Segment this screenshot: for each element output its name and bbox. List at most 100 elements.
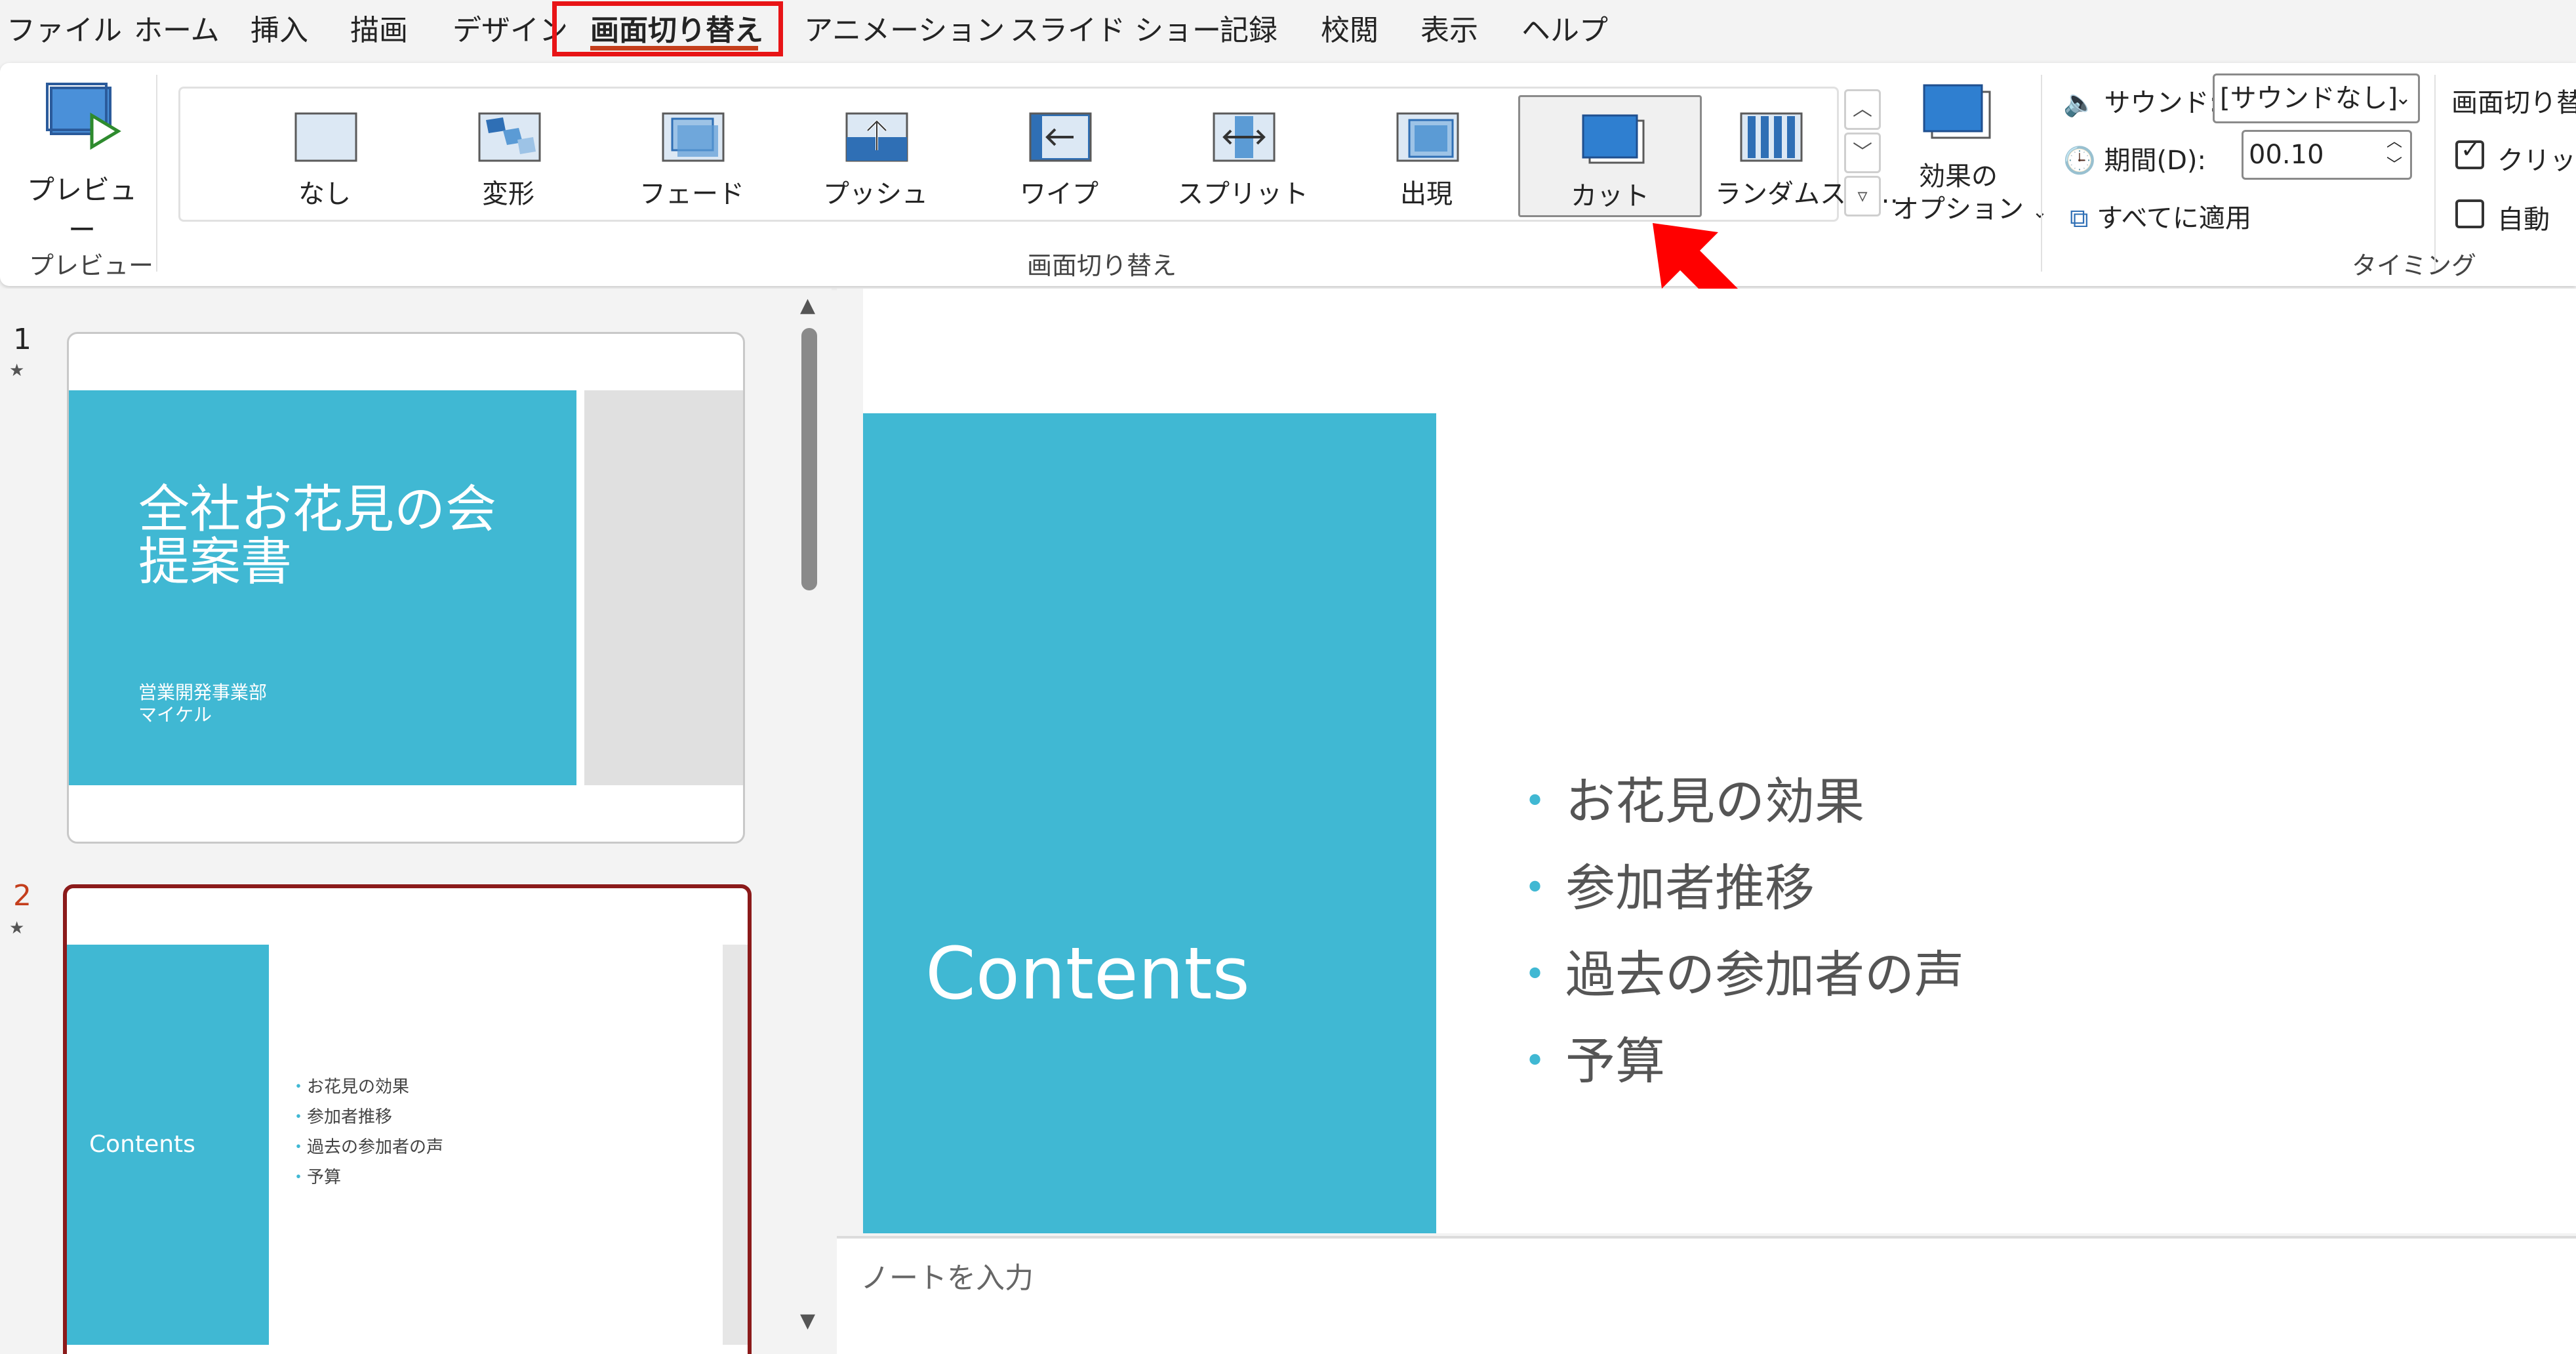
- transition-wipe-label: ワイプ: [1020, 179, 1098, 209]
- transition-split-label: スプリット: [1177, 179, 1308, 209]
- transition-split[interactable]: スプリット: [1151, 95, 1335, 217]
- menu-home[interactable]: ホーム: [134, 8, 220, 54]
- main-slide-title[interactable]: Contents: [925, 932, 1250, 1016]
- random-bars-transition-icon: [1740, 112, 1803, 162]
- menu-draw[interactable]: 描画: [350, 8, 408, 54]
- transition-cut-label: カット: [1571, 181, 1649, 211]
- sound-row: 🔈 サウンド:: [2063, 81, 2218, 119]
- menu-insert[interactable]: 挿入: [251, 8, 308, 54]
- transitions-gallery: なし 変形 フェード プッシュ ワイプ スプリット 出現 カット ランダムスト…: [178, 87, 1899, 222]
- speaker-icon: 🔈: [2063, 88, 2096, 118]
- main-slide-canvas[interactable]: Contents • お花見の効果 • 参加者推移 • 過去の参加者の声 • 予算: [863, 289, 2576, 1233]
- scroll-down-arrow-icon[interactable]: ▼: [800, 1309, 815, 1332]
- menu-record[interactable]: 記録: [1220, 8, 1278, 54]
- chevron-down-icon: ⌄: [2394, 87, 2411, 110]
- menu-bar: ファイル ホーム 挿入 描画 デザイン 画面切り替え アニメーション スライド …: [0, 0, 2576, 60]
- menu-slideshow[interactable]: スライド ショー: [1010, 8, 1221, 54]
- slide-number-1: 1: [13, 323, 31, 356]
- menu-help[interactable]: ヘルプ: [1521, 8, 1608, 54]
- thumb1-gray-block: [584, 390, 743, 785]
- spinner-arrows-icon[interactable]: ︿ ﹀: [2386, 129, 2402, 176]
- transition-reveal[interactable]: 出現: [1335, 95, 1518, 217]
- scroll-up-arrow-icon[interactable]: ▲: [800, 294, 815, 317]
- wipe-transition-icon: [1029, 112, 1092, 162]
- effect-options-icon: [1923, 84, 1991, 139]
- chevron-up-icon: ︿: [1853, 98, 1872, 121]
- group-separator: [2434, 75, 2436, 272]
- menu-file[interactable]: ファイル: [7, 8, 122, 54]
- menu-review[interactable]: 校閲: [1321, 8, 1379, 54]
- preview-group-label: プレビュー: [29, 251, 154, 280]
- transitions-group-label: 画面切り替え: [1027, 251, 1177, 280]
- transition-cut[interactable]: カット: [1518, 95, 1702, 217]
- thumbnail-scrollbar[interactable]: ▲ ▼: [794, 289, 830, 1354]
- sound-select-value: [サウンドなし]: [2220, 83, 2398, 113]
- preview-button[interactable]: プレビュー: [20, 83, 144, 246]
- transition-random-bars-label: ランダムスト…: [1715, 179, 1899, 209]
- main-slide-bullet[interactable]: • 参加者推移: [1524, 848, 1815, 920]
- preview-button-label: プレビュー: [26, 174, 137, 246]
- thumb2-gray-strip: [723, 945, 748, 1345]
- slide-editor-area: Contents • お花見の効果 • 参加者推移 • 過去の参加者の声 • 予算: [837, 289, 2576, 1233]
- thumb2-title: Contents: [89, 1131, 195, 1158]
- on-click-label: クリック時: [2497, 146, 2576, 176]
- morph-transition-icon: [478, 112, 541, 162]
- main-slide-bullet[interactable]: • 予算: [1524, 1021, 1665, 1093]
- slide-thumbnail-2[interactable]: Contents ・お花見の効果 ・参加者推移 ・過去の参加者の声 ・予算: [63, 884, 752, 1354]
- slide-thumbnail-1[interactable]: 全社お花見の会 提案書 営業開発事業部 マイケル: [67, 332, 745, 844]
- animation-star-icon: ★: [9, 361, 25, 380]
- chevron-down-icon: ﹀: [1853, 141, 1872, 164]
- thumb1-subtitle: 営業開発事業部 マイケル: [138, 682, 268, 726]
- effect-options-button[interactable]: 効果の オプション ⌄: [1893, 83, 2048, 240]
- cut-transition-icon: [1582, 114, 1645, 164]
- none-transition-icon: [294, 112, 357, 162]
- main-slide-bullet[interactable]: • お花見の効果: [1524, 761, 1864, 833]
- duration-row: 🕒 期間(D):: [2063, 139, 2206, 177]
- transition-reveal-label: 出現: [1400, 179, 1453, 209]
- duration-spinner[interactable]: 00.10 ︿ ﹀: [2242, 130, 2412, 180]
- transition-none-label: なし: [298, 179, 351, 209]
- sound-label: サウンド:: [2104, 88, 2219, 118]
- apply-all-icon: ⧉: [2070, 203, 2089, 234]
- auto-advance-checkbox[interactable]: [2455, 199, 2484, 228]
- apply-all-button[interactable]: ⧉ すべてに適用: [2070, 197, 2251, 235]
- transition-push[interactable]: プッシュ: [784, 95, 967, 217]
- gallery-more-button[interactable]: ▿: [1844, 176, 1881, 216]
- transition-wipe[interactable]: ワイプ: [967, 95, 1151, 217]
- gallery-scroll-up-button[interactable]: ︿: [1844, 89, 1881, 130]
- apply-all-label: すべてに適用: [2097, 203, 2251, 234]
- reveal-transition-icon: [1396, 112, 1459, 162]
- effect-options-label-line2: オプション ⌄: [1893, 194, 2048, 224]
- auto-advance-label: 自動: [2497, 205, 2550, 235]
- menu-view[interactable]: 表示: [1420, 8, 1478, 54]
- timing-group-label: タイミング: [2352, 251, 2477, 280]
- clock-icon: 🕒: [2063, 146, 2096, 176]
- transition-none[interactable]: なし: [233, 95, 416, 217]
- duration-value: 00.10: [2249, 140, 2324, 170]
- animation-star-icon: ★: [9, 918, 25, 938]
- sound-select[interactable]: [サウンドなし] ⌄: [2213, 73, 2420, 123]
- menu-design[interactable]: デザイン: [453, 8, 568, 54]
- thumb2-bullets: ・お花見の効果 ・参加者推移 ・過去の参加者の声 ・予算: [290, 1077, 444, 1187]
- preview-icon: [46, 83, 121, 150]
- transition-fade-label: フェード: [639, 179, 744, 209]
- scrollbar-thumb[interactable]: [801, 328, 817, 590]
- menu-animations[interactable]: アニメーション: [804, 8, 1005, 54]
- main-slide-bullet[interactable]: • 過去の参加者の声: [1524, 934, 1964, 1006]
- active-tab-underline: [590, 46, 758, 51]
- transition-random-bars[interactable]: ランダムスト…: [1702, 95, 1899, 217]
- advance-slide-header: 画面切り替: [2451, 88, 2576, 118]
- transition-fade[interactable]: フェード: [600, 95, 784, 217]
- slide-thumbnail-pane: 1 ★ 全社お花見の会 提案書 営業開発事業部 マイケル 2 ★ Content…: [0, 289, 832, 1354]
- thumb1-title: 全社お花見の会 提案書: [138, 480, 497, 592]
- notes-pane[interactable]: ノートを入力: [837, 1236, 2576, 1354]
- checkmark-icon: ✓: [2461, 136, 2481, 163]
- transition-push-label: プッシュ: [823, 179, 928, 209]
- notes-placeholder: ノートを入力: [860, 1262, 1034, 1295]
- gallery-scroll-down-button[interactable]: ﹀: [1844, 133, 1881, 173]
- transition-morph[interactable]: 変形: [416, 95, 600, 217]
- split-transition-icon: [1213, 112, 1276, 162]
- on-click-checkbox[interactable]: ✓: [2455, 136, 2484, 169]
- ribbon: プレビュー プレビュー なし 変形 フェード プッシュ ワイプ スプリット 出現…: [0, 63, 2576, 286]
- more-icon: ▿: [1857, 184, 1868, 207]
